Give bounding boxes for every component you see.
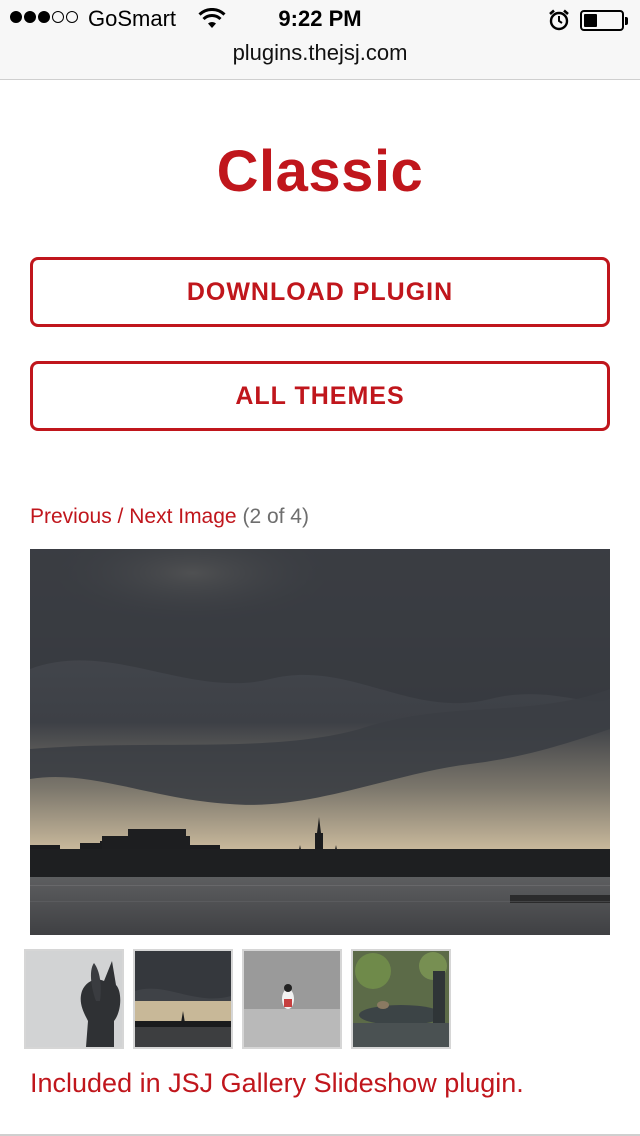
- thumbnail-3[interactable]: [242, 949, 342, 1049]
- thumbnail-strip: [24, 949, 451, 1049]
- storm-skyline-photo: [30, 549, 610, 935]
- page-title: Classic: [216, 139, 424, 204]
- address-bar[interactable]: plugins.thejsj.com: [0, 40, 640, 66]
- image-pager: Previous / Next Image (2 of 4): [30, 505, 309, 529]
- pager-separator: /: [111, 505, 130, 528]
- thumbnail-1[interactable]: [24, 949, 124, 1049]
- status-row: GoSmart 9:22 PM: [0, 6, 640, 36]
- storm-cathedral-photo: [135, 951, 231, 1047]
- plugin-note: Included in JSJ Gallery Slideshow plugin…: [30, 1068, 524, 1098]
- bird-on-fountain-photo: [353, 951, 449, 1047]
- alarm-clock-icon: [549, 9, 569, 31]
- status-bar: GoSmart 9:22 PM plugins.thejsj.com: [0, 0, 640, 80]
- next-image-link[interactable]: Next Image: [129, 505, 236, 528]
- battery-level: [584, 14, 597, 27]
- main-slideshow-image[interactable]: [30, 549, 610, 935]
- battery-icon: [580, 10, 628, 31]
- thumbnail-4[interactable]: [351, 949, 451, 1049]
- image-count: (2 of 4): [242, 505, 309, 528]
- bird-on-ledge-photo: [244, 951, 340, 1047]
- previous-image-link[interactable]: Previous: [30, 505, 112, 528]
- all-themes-button[interactable]: ALL THEMES: [30, 361, 610, 431]
- thumbnail-2[interactable]: [133, 949, 233, 1049]
- download-plugin-button[interactable]: DOWNLOAD PLUGIN: [30, 257, 610, 327]
- statue-silhouette-photo: [26, 951, 122, 1047]
- status-time: 9:22 PM: [278, 6, 362, 31]
